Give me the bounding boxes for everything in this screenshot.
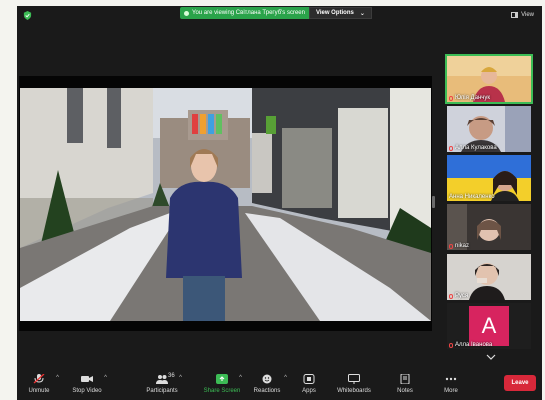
shared-video-frame — [20, 88, 431, 321]
share-indicator-icon — [184, 10, 189, 16]
participant-name: Юлія Данчук — [449, 95, 490, 101]
participant-tile[interactable]: Анна Никаленко — [447, 155, 531, 201]
shared-screen[interactable] — [19, 76, 432, 331]
viewing-screen-text: You are viewing Світлана Трегуб's screen — [192, 10, 305, 16]
reactions-icon — [262, 374, 272, 384]
participant-tile[interactable]: A Алла Іванова — [447, 303, 531, 349]
leave-button[interactable]: Leave — [504, 375, 536, 391]
participants-icon — [156, 375, 168, 384]
mic-muted-icon — [449, 243, 453, 249]
meeting-toolbar: Unmute ^ Stop Video ^ Participants 36 ^ — [17, 366, 542, 400]
participant-name: Руся — [449, 293, 468, 299]
participant-tile[interactable]: Алла Кулакова — [447, 106, 531, 152]
zoom-meeting-window: You are viewing Світлана Трегуб's screen… — [17, 6, 542, 400]
apps-icon — [303, 374, 315, 384]
shield-icon[interactable] — [23, 11, 32, 20]
participant-tile[interactable]: nikaz — [447, 204, 531, 250]
scroll-participants-button[interactable] — [480, 352, 502, 362]
mic-muted-icon — [449, 342, 453, 348]
viewing-screen-notice: You are viewing Світлана Трегуб's screen — [180, 7, 309, 19]
participant-tile[interactable]: Юлія Данчук — [445, 54, 533, 104]
notes-icon — [400, 374, 410, 384]
view-options-label: View Options — [315, 10, 354, 16]
share-screen-icon — [216, 374, 228, 384]
more-icon — [445, 377, 457, 381]
view-layout-label: View — [521, 12, 534, 18]
participant-tile[interactable]: Руся — [447, 254, 531, 300]
whiteboard-icon — [348, 374, 360, 384]
chevron-down-icon: ⌄ — [359, 10, 365, 17]
participant-name: Анна Никаленко — [449, 194, 495, 200]
view-options-button[interactable]: View Options ⌄ — [308, 7, 372, 19]
chevron-down-icon — [486, 354, 496, 360]
mic-muted-icon — [449, 95, 453, 101]
layout-icon — [511, 12, 519, 18]
mic-muted-icon — [33, 374, 45, 384]
video-camera-icon — [81, 376, 93, 382]
participant-name: Алла Іванова — [449, 342, 492, 348]
whiteboards-button[interactable]: Whiteboards — [326, 374, 382, 394]
chevron-up-icon[interactable]: ^ — [179, 375, 182, 381]
split-resize-handle[interactable] — [432, 196, 435, 208]
participants-button[interactable]: Participants 36 ^ — [134, 373, 190, 394]
stop-video-button[interactable]: Stop Video ^ — [59, 374, 115, 394]
participant-name: nikaz — [449, 243, 469, 249]
avatar: A — [469, 306, 509, 346]
participant-name: Алла Кулакова — [449, 145, 497, 151]
mic-muted-icon — [449, 293, 453, 299]
screen-share-banner: You are viewing Світлана Трегуб's screen… — [180, 7, 372, 19]
participants-count: 36 — [168, 373, 175, 379]
more-button[interactable]: More — [423, 374, 479, 394]
chevron-up-icon[interactable]: ^ — [104, 375, 107, 381]
view-layout-button[interactable]: View — [511, 12, 534, 18]
mic-muted-icon — [449, 145, 453, 151]
